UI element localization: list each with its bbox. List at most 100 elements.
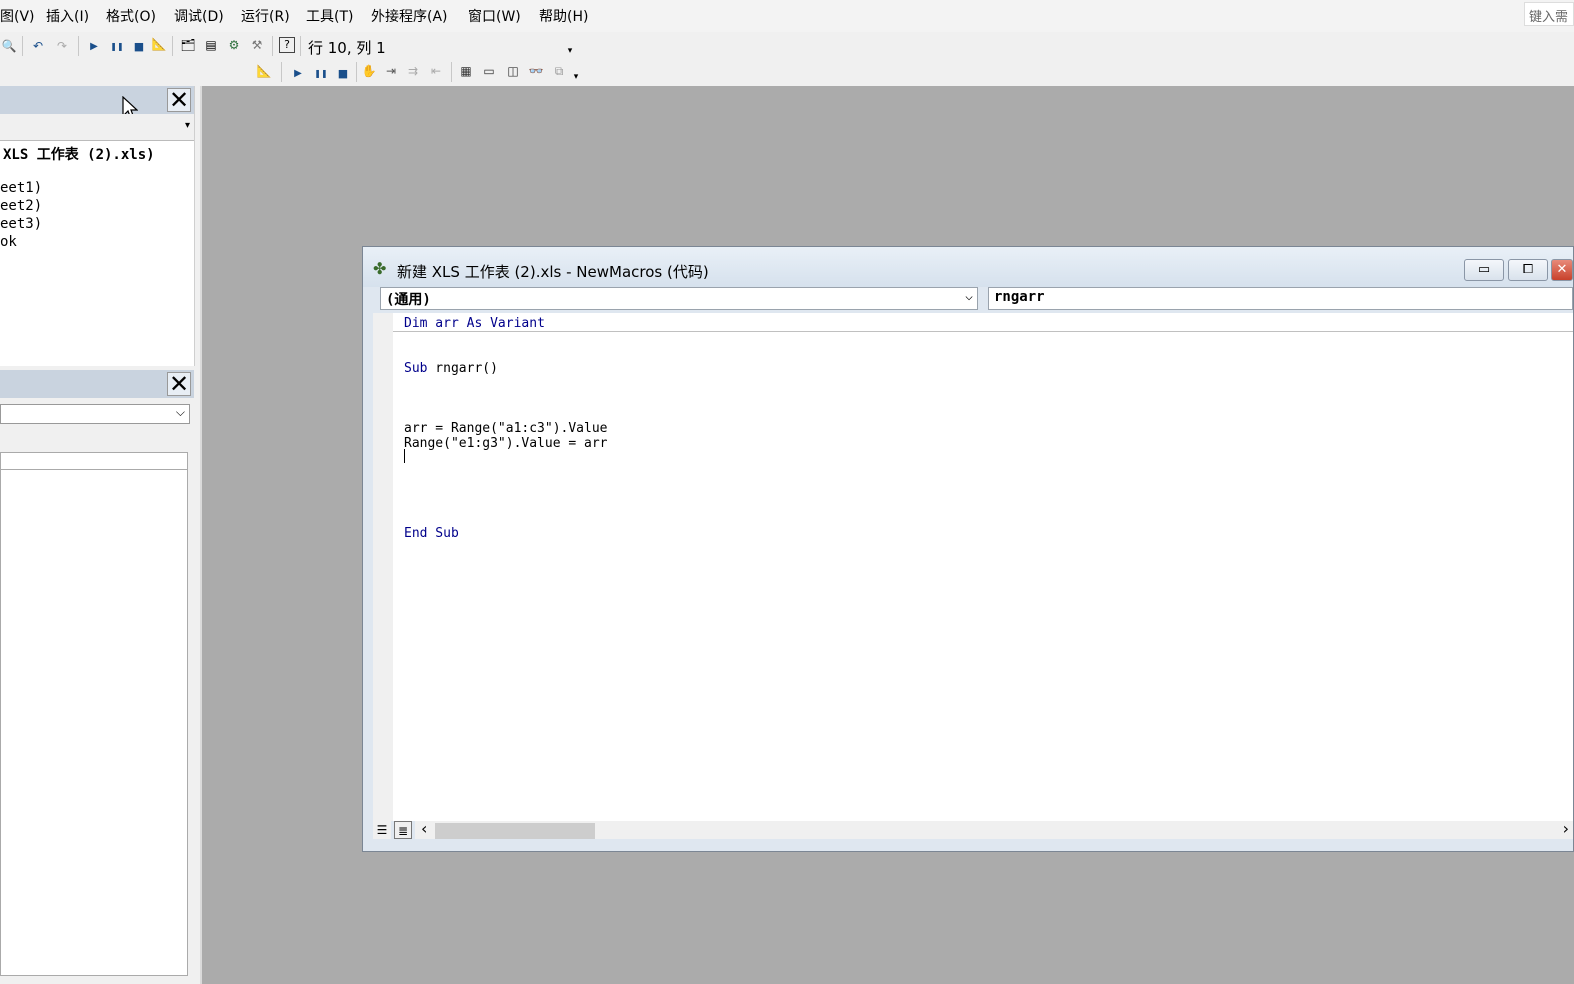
toolbar-separator [272, 36, 273, 56]
scroll-right-icon[interactable]: › [1563, 821, 1569, 837]
quick-watch-icon[interactable]: 👓 [528, 63, 544, 79]
tree-node-sheet1[interactable]: eet1) [0, 180, 42, 196]
toolbox-icon[interactable]: ⚒ [249, 37, 265, 53]
keyword: Dim [404, 316, 428, 331]
project-tree: XLS 工作表 (2).xls) eet1) eet2) eet3) ok [0, 141, 194, 365]
maximize-button[interactable]: ⧠ [1508, 259, 1548, 281]
toolbar-options-icon[interactable]: ▾ [571, 69, 581, 85]
menu-tools[interactable]: 工具(T) [306, 6, 353, 26]
code-line-sub-end: End Sub [404, 526, 459, 541]
text-cursor [404, 449, 405, 463]
margin-indicator-bar[interactable] [373, 313, 394, 821]
toggle-breakpoint-icon[interactable]: ✋ [361, 63, 377, 79]
menu-help[interactable]: 帮助(H) [539, 6, 588, 26]
full-module-view-button[interactable]: ≣ [394, 821, 412, 839]
keyword: Sub [404, 361, 428, 376]
chevron-down-icon: ▾ [184, 120, 190, 131]
menu-view[interactable]: 图(V) [0, 6, 35, 26]
code-window-title: 新建 XLS 工作表 (2).xls - NewMacros (代码) [397, 263, 709, 281]
code-editor[interactable]: Dim arr As Variant Sub rngarr() arr = Ra… [393, 313, 1573, 821]
step-into-icon[interactable]: ⇥ [383, 63, 399, 79]
keyword: As [466, 316, 483, 331]
menu-run[interactable]: 运行(R) [241, 6, 290, 26]
break-icon[interactable]: ❚❚ [110, 39, 124, 55]
help-search-input[interactable]: 键入需 [1524, 2, 1574, 26]
chevron-down-icon: ⌵ [965, 289, 973, 304]
toolbar-separator [22, 36, 23, 56]
toolbar-options-icon[interactable]: ▾ [565, 43, 575, 59]
redo-icon[interactable]: ↷ [54, 38, 70, 54]
cursor-position-indicator: 行 10, 列 1 [308, 39, 386, 57]
code-window: ✤ 新建 XLS 工作表 (2).xls - NewMacros (代码) ▭ … [362, 246, 1574, 852]
tree-node-thisworkbook[interactable]: ok [0, 234, 17, 250]
menu-debug[interactable]: 调试(D) [174, 6, 224, 26]
procedure-separator [393, 331, 1573, 332]
minimize-button[interactable]: ▭ [1464, 259, 1504, 281]
close-button[interactable]: ✕ [1551, 259, 1573, 281]
keyword: End [404, 526, 428, 541]
code-text: rngarr() [427, 361, 498, 376]
properties-object-dropdown[interactable]: ⌵ [0, 404, 190, 424]
locals-window-icon[interactable]: ▦ [458, 63, 474, 79]
properties-grid[interactable] [0, 452, 188, 976]
run-icon[interactable]: ▶ [291, 66, 305, 82]
reset-icon[interactable]: ■ [132, 39, 146, 55]
help-icon[interactable]: ? [279, 37, 295, 53]
code-line-sub-header: Sub rngarr() [404, 361, 498, 376]
call-stack-icon[interactable]: ⧉ [551, 63, 567, 79]
code-line: Range("e1:g3").Value = arr [404, 436, 608, 451]
scroll-thumb[interactable] [435, 823, 595, 839]
code-window-icon: ✤ [373, 259, 387, 278]
tree-node-project[interactable]: XLS 工作表 (2).xls) [3, 144, 155, 164]
toolbar-separator [300, 36, 301, 56]
chevron-down-icon: ⌵ [175, 405, 185, 419]
grid-header-divider [1, 469, 187, 470]
toolbar-separator [172, 36, 173, 56]
close-properties-button[interactable]: ✕ [167, 372, 191, 396]
procedure-view-button[interactable]: ☰ [373, 821, 391, 839]
object-browser-icon[interactable]: ⚙ [226, 37, 242, 53]
find-icon[interactable]: 🔍 [1, 38, 17, 54]
code-text: Variant [482, 316, 545, 331]
toolbar-separator [451, 62, 452, 82]
code-line-declaration: Dim arr As Variant [404, 316, 545, 331]
code-line: arr = Range("a1:c3").Value [404, 421, 608, 436]
design-mode-icon[interactable]: 📐 [151, 36, 167, 52]
run-icon[interactable]: ▶ [87, 39, 101, 55]
menu-insert[interactable]: 插入(I) [46, 6, 89, 26]
scroll-left-icon[interactable]: ‹ [421, 821, 427, 837]
toolbar-separator [356, 62, 357, 82]
undo-icon[interactable]: ↶ [30, 38, 46, 54]
code-window-titlebar[interactable]: ✤ 新建 XLS 工作表 (2).xls - NewMacros (代码) ▭ … [363, 247, 1573, 287]
step-over-icon[interactable]: ⇉ [405, 63, 421, 79]
break-icon[interactable]: ❚❚ [314, 66, 328, 82]
code-text: arr [427, 316, 467, 331]
immediate-window-icon[interactable]: ▭ [481, 63, 497, 79]
object-dropdown-value: (通用) [386, 292, 431, 308]
object-dropdown[interactable]: (通用) ⌵ [380, 287, 978, 310]
debug-toolbar: 📐 ▶ ❚❚ ■ ✋ ⇥ ⇉ ⇤ ▦ ▭ ◫ 👓 ⧉ ▾ [250, 60, 590, 84]
keyword: Sub [427, 526, 459, 541]
tree-node-sheet3[interactable]: eet3) [0, 216, 42, 232]
close-project-explorer-button[interactable]: ✕ [167, 88, 191, 112]
properties-titlebar: ✕ [0, 370, 194, 398]
menu-bar: 图(V) 插入(I) 格式(O) 调试(D) 运行(R) 工具(T) 外接程序(… [0, 0, 1574, 32]
step-out-icon[interactable]: ⇤ [428, 63, 444, 79]
tree-node-sheet2[interactable]: eet2) [0, 198, 42, 214]
menu-format[interactable]: 格式(O) [106, 6, 156, 26]
design-mode-icon[interactable]: 📐 [256, 63, 272, 79]
procedure-dropdown-value: rngarr [994, 289, 1045, 305]
project-explorer-titlebar: ✕ [0, 86, 194, 114]
toolbar-separator [281, 62, 282, 82]
project-dropdown[interactable]: ▾ [0, 114, 194, 141]
menu-addins[interactable]: 外接程序(A) [371, 6, 448, 26]
watch-window-icon[interactable]: ◫ [505, 63, 521, 79]
toolbar-separator [78, 36, 79, 56]
procedure-dropdown[interactable]: rngarr [988, 287, 1573, 310]
project-explorer-icon[interactable]: 🗂 [180, 37, 196, 53]
horizontal-scrollbar[interactable]: ‹ › [415, 821, 1573, 839]
properties-window-icon[interactable]: ▤ [203, 37, 219, 53]
reset-icon[interactable]: ■ [336, 66, 350, 82]
menu-window[interactable]: 窗口(W) [468, 6, 521, 26]
standard-toolbar: 🔍 ↶ ↷ ▶ ❚❚ ■ 📐 🗂 ▤ ⚙ ⚒ ? 行 10, 列 1 ▾ [0, 34, 600, 58]
